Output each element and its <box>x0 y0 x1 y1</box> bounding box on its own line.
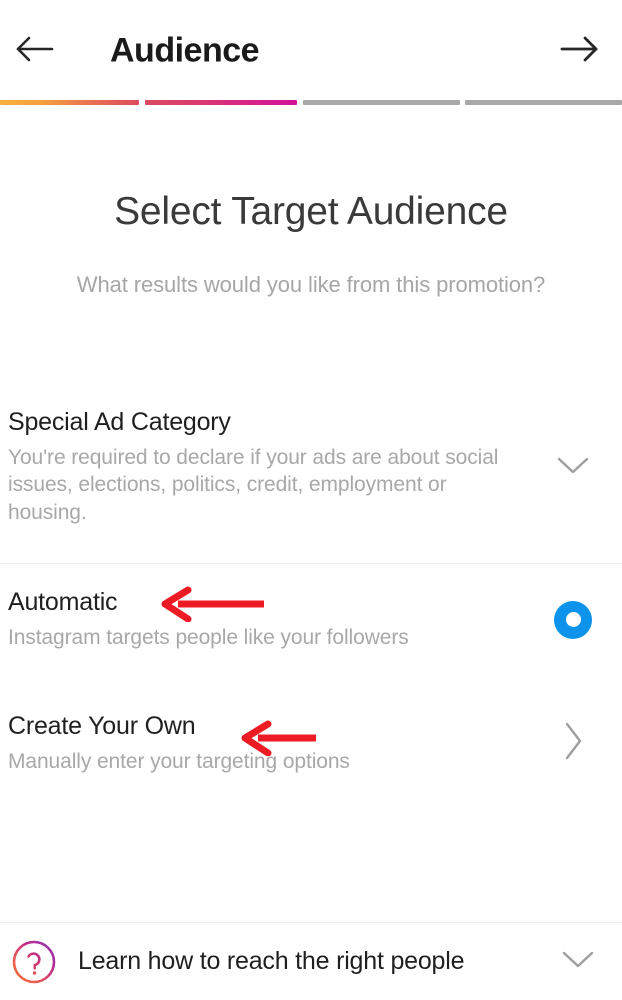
learn-more-row[interactable]: Learn how to reach the right people <box>0 923 622 1000</box>
page-subtitle: What results would you like from this pr… <box>76 272 546 297</box>
page-title-header: Audience <box>110 31 260 70</box>
arrow-left-icon <box>14 33 54 70</box>
app-header: Audience <box>0 0 622 102</box>
chevron-right-icon <box>561 720 585 767</box>
divider <box>0 563 622 564</box>
question-circle-gradient-icon <box>6 936 62 988</box>
special-ad-category-row[interactable]: Special Ad Category You're required to d… <box>0 408 622 527</box>
special-ad-category-description: You're required to declare if your ads a… <box>8 445 499 525</box>
radio-selected-icon[interactable] <box>554 600 592 639</box>
progress-segment-3 <box>303 100 460 105</box>
option-automatic-description: Instagram targets people like your follo… <box>8 625 409 649</box>
chevron-down-icon <box>553 453 593 482</box>
chevron-down-icon <box>558 947 598 976</box>
option-create-your-own-title: Create Your Own <box>8 712 196 740</box>
learn-more-label: Learn how to reach the right people <box>78 947 465 975</box>
progress-gap <box>139 100 145 106</box>
arrow-right-icon <box>560 33 600 70</box>
option-row-automatic[interactable]: Automatic Instagram targets people like … <box>0 588 622 651</box>
next-button[interactable] <box>558 29 602 73</box>
special-ad-category-title: Special Ad Category <box>8 408 231 436</box>
learn-more-expand-button[interactable] <box>548 947 608 976</box>
step-progress-bar <box>0 100 622 106</box>
page-title: Select Target Audience <box>114 190 508 233</box>
option-row-create-your-own[interactable]: Create Your Own Manually enter your targ… <box>0 712 622 775</box>
option-automatic-radio-wrapper[interactable] <box>538 600 608 639</box>
progress-segment-4 <box>465 100 622 105</box>
option-automatic-title: Automatic <box>8 588 118 616</box>
special-ad-category-expand-button[interactable] <box>538 453 608 482</box>
progress-segment-1 <box>0 100 139 105</box>
back-button[interactable] <box>12 29 56 73</box>
option-create-your-own-description: Manually enter your targeting options <box>8 749 350 773</box>
option-create-your-own-disclosure[interactable] <box>538 720 608 767</box>
progress-segment-2 <box>144 100 298 105</box>
